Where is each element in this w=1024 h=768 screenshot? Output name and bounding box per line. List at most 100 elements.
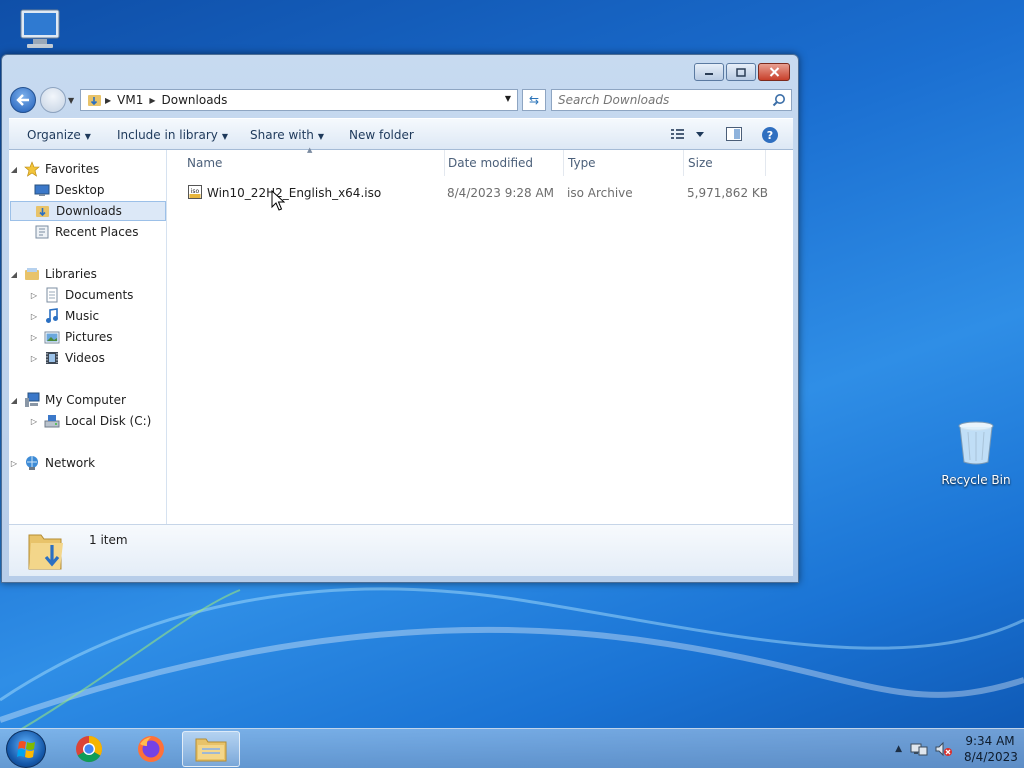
nav-recent-places[interactable]: Recent Places <box>29 222 138 242</box>
clock[interactable]: 9:34 AM 8/4/2023 <box>964 733 1018 765</box>
address-bar[interactable]: ▶ VM1 ▶ Downloads ▼ <box>80 89 518 111</box>
breadcrumb-downloads[interactable]: Downloads <box>162 93 228 107</box>
nav-music[interactable]: ▷ Music <box>29 306 99 326</box>
nav-favorites-label: Favorites <box>45 162 100 176</box>
share-with-menu[interactable]: Share with ▼ <box>250 128 324 142</box>
include-in-library-menu[interactable]: Include in library ▼ <box>117 128 228 142</box>
nav-network[interactable]: ▷ Network <box>9 453 95 473</box>
organize-label: Organize <box>27 128 81 142</box>
nav-local-disk[interactable]: ▷ Local Disk (C:) <box>29 411 151 431</box>
breadcrumb-vm1[interactable]: VM1 <box>117 93 143 107</box>
expand-triangle-icon[interactable]: ▷ <box>9 459 19 468</box>
nav-pictures[interactable]: ▷ Pictures <box>29 327 113 347</box>
back-arrow-icon <box>16 94 29 106</box>
search-input[interactable] <box>552 90 762 110</box>
expand-triangle-icon[interactable]: ▷ <box>29 333 39 342</box>
column-header-size[interactable]: Size <box>684 150 766 176</box>
pictures-icon <box>44 331 60 344</box>
column-header-type[interactable]: Type <box>564 150 684 176</box>
documents-icon <box>46 287 58 303</box>
preview-pane-button[interactable] <box>725 126 743 145</box>
nav-documents-label: Documents <box>65 288 134 302</box>
system-tray: ▲ 9:34 AM 8/4/2023 <box>895 729 1018 768</box>
column-date-modified-label: Date modified <box>448 156 534 170</box>
taskbar-firefox[interactable] <box>122 731 180 767</box>
collapse-triangle-icon[interactable]: ◢ <box>9 270 19 279</box>
command-bar: Organize ▼ Include in library ▼ Share with… <box>9 118 793 150</box>
nav-videos-label: Videos <box>65 351 105 365</box>
nav-my-computer-label: My Computer <box>45 393 126 407</box>
address-history-dropdown[interactable]: ▼ <box>505 94 511 103</box>
file-row[interactable]: iso Win10_22H2_English_x64.iso 8/4/2023 … <box>167 182 793 204</box>
include-in-library-label: Include in library <box>117 128 218 142</box>
chevron-down-icon: ▼ <box>84 132 91 141</box>
nav-local-disk-label: Local Disk (C:) <box>65 414 152 428</box>
search-icon[interactable] <box>772 93 786 107</box>
recent-pages-dropdown[interactable]: ▼ <box>68 96 74 105</box>
expand-triangle-icon[interactable]: ▷ <box>29 417 39 426</box>
help-button[interactable]: ? <box>761 126 779 147</box>
nav-favorites[interactable]: ◢ Favorites <box>9 159 99 179</box>
expand-triangle-icon[interactable]: ▷ <box>29 291 39 300</box>
address-row: ▼ ▶ VM1 ▶ Downloads ▼ ⇆ <box>10 87 792 113</box>
show-hidden-icons-icon[interactable]: ▲ <box>895 744 902 754</box>
desktop-computer-icon[interactable] <box>12 8 68 56</box>
nav-desktop-label: Desktop <box>55 183 105 197</box>
collapse-triangle-icon[interactable]: ◢ <box>9 165 19 174</box>
nav-libraries[interactable]: ◢ Libraries <box>9 264 97 284</box>
clock-date: 8/4/2023 <box>964 750 1018 764</box>
hard-drive-icon <box>44 415 60 428</box>
organize-menu[interactable]: Organize ▼ <box>27 128 91 142</box>
close-button[interactable] <box>758 63 790 81</box>
network-status-icon[interactable] <box>910 741 928 757</box>
taskbar-chrome[interactable] <box>60 731 118 767</box>
back-button[interactable] <box>10 87 36 113</box>
nav-desktop[interactable]: Desktop <box>29 180 105 200</box>
explorer-content: ◢ Favorites Desktop Downloads Recent Pla… <box>9 146 793 524</box>
iso-file-icon: iso <box>188 185 202 199</box>
expand-triangle-icon[interactable]: ▷ <box>29 354 39 363</box>
help-icon: ? <box>762 127 778 143</box>
nav-documents[interactable]: ▷ Documents <box>29 285 133 305</box>
recycle-bin-label: Recycle Bin <box>941 473 1011 487</box>
column-header-name[interactable]: Name <box>183 150 445 176</box>
maximize-button[interactable] <box>726 63 756 81</box>
new-folder-button[interactable]: New folder <box>349 128 414 142</box>
chevron-down-icon: ▼ <box>317 132 325 141</box>
recent-places-icon <box>35 225 49 239</box>
breadcrumb-separator-icon[interactable]: ▶ <box>105 96 111 105</box>
volume-muted-icon[interactable] <box>934 741 954 757</box>
expand-triangle-icon[interactable]: ▷ <box>29 312 39 321</box>
sort-ascending-icon: ▲ <box>307 146 313 154</box>
file-date-modified: 8/4/2023 9:28 AM <box>447 186 555 200</box>
column-size-label: Size <box>688 156 713 170</box>
preview-pane-icon <box>726 127 742 141</box>
nav-my-computer[interactable]: ◢ My Computer <box>9 390 126 410</box>
search-box[interactable] <box>551 89 792 111</box>
nav-pictures-label: Pictures <box>65 330 113 344</box>
column-header-date-modified[interactable]: Date modified <box>444 150 564 176</box>
forward-button[interactable] <box>40 87 66 113</box>
firefox-icon <box>138 736 164 762</box>
nav-downloads[interactable]: Downloads <box>10 201 166 221</box>
nav-music-label: Music <box>65 309 100 323</box>
new-folder-label: New folder <box>349 128 414 142</box>
start-button[interactable] <box>6 730 46 768</box>
desktop-recycle-bin[interactable]: Recycle Bin <box>940 420 1012 487</box>
collapse-triangle-icon[interactable]: ◢ <box>9 396 19 405</box>
caption-buttons <box>692 63 790 81</box>
music-note-icon <box>46 308 58 323</box>
nav-downloads-label: Downloads <box>56 204 122 218</box>
nav-videos[interactable]: ▷ Videos <box>29 348 105 368</box>
column-type-label: Type <box>568 156 596 170</box>
refresh-icon: ⇆ <box>528 93 540 107</box>
downloads-folder-icon <box>36 206 49 217</box>
refresh-button[interactable]: ⇆ <box>522 89 546 111</box>
chrome-icon <box>76 735 103 763</box>
minimize-button[interactable] <box>694 63 724 81</box>
view-details-icon <box>671 129 704 139</box>
change-view-button[interactable] <box>669 126 709 145</box>
breadcrumb-separator-icon[interactable]: ▶ <box>149 96 155 105</box>
taskbar-explorer[interactable] <box>182 731 240 767</box>
folder-icon <box>195 738 227 762</box>
